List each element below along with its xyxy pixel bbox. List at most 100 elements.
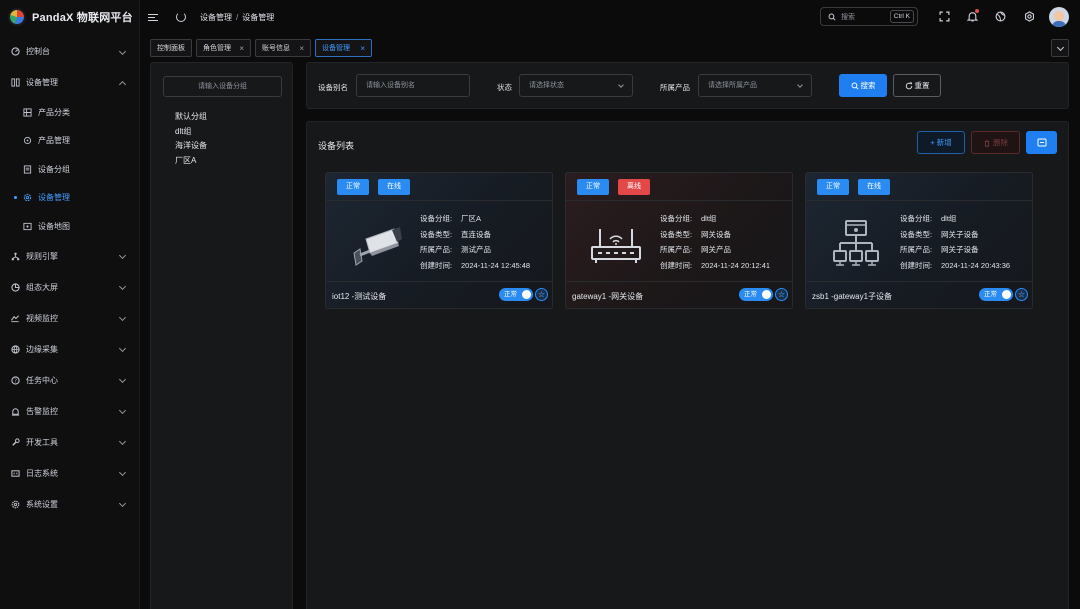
chevron-down-icon <box>118 282 127 291</box>
tags-dropdown-chevron-icon[interactable] <box>1051 39 1069 57</box>
breadcrumb-item[interactable]: 设备管理 <box>200 13 232 22</box>
logo[interactable]: PandaX 物联网平台 <box>0 0 139 34</box>
alarm-icon <box>10 406 20 416</box>
close-icon[interactable]: × <box>239 44 244 53</box>
menu-toggle-icon[interactable] <box>148 13 158 21</box>
sidebar-item-device-map[interactable]: 设备地图 <box>0 212 139 241</box>
group-tree-item[interactable]: 厂区A <box>175 155 207 170</box>
tag-role-management[interactable]: 角色管理 × <box>196 39 251 57</box>
group-tree-item[interactable]: dlt组 <box>175 126 207 141</box>
sidebar-item-video[interactable]: 视频监控 <box>0 303 139 334</box>
star-icon[interactable]: ☆ <box>775 288 788 301</box>
chevron-down-icon <box>118 47 127 55</box>
status-switch[interactable]: 正常 <box>739 288 773 301</box>
status-select[interactable]: 请选择状态 <box>519 74 633 97</box>
device-name: iot12 -测试设备 <box>332 292 387 301</box>
close-icon[interactable]: × <box>360 44 365 53</box>
sidebar-item-label: 日志系统 <box>26 468 58 478</box>
state-chip: 正常 <box>577 179 609 195</box>
device-name: zsb1 -gateway1子设备 <box>812 292 893 301</box>
notification-badge <box>975 9 979 13</box>
info-value-type: 网关子设备 <box>941 229 979 239</box>
chevron-down-icon <box>118 468 127 477</box>
info-key-product: 所属产品: <box>660 245 693 254</box>
breadcrumb-item-current: 设备管理 <box>242 12 275 22</box>
sidebar-item-label: 设备分组 <box>38 164 70 174</box>
product-select[interactable]: 请选择所属产品 <box>698 74 812 97</box>
device-card[interactable]: 正常 离线 设备分组: dlt组 设备类型: 网关设备 所属产品: 网关产品 创建时间… <box>565 172 793 309</box>
tag-dashboard[interactable]: 控制面板 <box>150 39 192 57</box>
sidebar-item-product-management[interactable]: 产品管理 <box>0 127 139 156</box>
device-card[interactable]: 正常 在线 设备分组: 厂区A 设备类型: 直连设备 所属产品: 测试产品 创建时间:… <box>325 172 553 309</box>
status-placeholder: 请选择状态 <box>529 82 564 89</box>
sidebar-item-edge[interactable]: 边缘采集 <box>0 334 139 365</box>
alias-input[interactable]: 请输入设备别名 <box>356 74 470 97</box>
sidebar-item-task-center[interactable]: ? 任务中心 <box>0 365 139 396</box>
screen-icon <box>10 282 20 292</box>
sidebar-item-device-management[interactable]: 设备管理 <box>0 67 139 98</box>
svg-text:?: ? <box>14 378 17 384</box>
chevron-down-icon <box>118 375 127 384</box>
gear-icon[interactable] <box>1024 11 1035 22</box>
device-info: 设备分组: dlt组 设备类型: 网关子设备 所属产品: 网关子设备 创建时间: 202… <box>900 213 1010 275</box>
network-topology-icon <box>824 213 888 277</box>
sidebar-item-log[interactable]: 日志系统 <box>0 458 139 489</box>
chevron-up-icon <box>118 80 127 88</box>
theme-palette-icon[interactable] <box>995 11 1006 22</box>
sidebar-item-label: 组态大屏 <box>26 282 58 292</box>
product-label: 所属产品 <box>660 83 690 92</box>
refresh-icon[interactable] <box>176 12 186 22</box>
sidebar-item-dashboard[interactable]: 控制台 <box>0 36 139 67</box>
status-switch[interactable]: 正常 <box>979 288 1013 301</box>
rule-engine-icon <box>10 251 20 261</box>
edge-icon <box>10 344 20 354</box>
device-info: 设备分组: dlt组 设备类型: 网关设备 所属产品: 网关产品 创建时间: 2024-… <box>660 213 770 275</box>
chevron-down-icon <box>618 82 624 88</box>
info-key-group: 设备分组: <box>420 214 453 223</box>
delete-device-button[interactable]: 删除 <box>971 131 1020 154</box>
search-button[interactable]: 搜索 <box>839 74 887 97</box>
offline-chip: 离线 <box>618 179 650 195</box>
group-tree-item[interactable]: 默认分组 <box>175 111 207 126</box>
device-manage-icon <box>10 78 20 88</box>
sidebar-item-rule-engine[interactable]: 规则引擎 <box>0 241 139 272</box>
avatar[interactable] <box>1049 7 1069 27</box>
tag-device-management[interactable]: 设备管理 × <box>315 39 372 57</box>
sidebar-item-device-group[interactable]: 设备分组 <box>0 155 139 184</box>
group-tree-item[interactable]: 海洋设备 <box>175 140 207 155</box>
sidebar-item-device-manage-active[interactable]: 设备管理 <box>0 184 139 213</box>
sidebar-item-product-category[interactable]: 产品分类 <box>0 98 139 127</box>
tags-view: 控制面板 角色管理 × 账号信息 × 设备管理 × <box>140 34 1080 62</box>
status-switch[interactable]: 正常 <box>499 288 533 301</box>
info-value-product: 网关子设备 <box>941 245 979 254</box>
app: PandaX 物联网平台 控制台 设备管理 产品分类 产品管理 设备分组 设备管… <box>0 0 1080 609</box>
tag-account-info[interactable]: 账号信息 × <box>255 39 311 57</box>
global-search[interactable]: 搜索 Ctrl K <box>820 7 918 26</box>
info-value-product: 测试产品 <box>461 245 491 254</box>
info-value-created: 2024-11-24 12:45:48 <box>461 260 531 270</box>
sidebar-item-system-settings[interactable]: 系统设置 <box>0 489 139 520</box>
sidebar-item-dev-tools[interactable]: 开发工具 <box>0 427 139 458</box>
search-icon <box>828 13 836 21</box>
view-toggle-button[interactable] <box>1026 131 1057 154</box>
sidebar-item-big-screen[interactable]: 组态大屏 <box>0 272 139 303</box>
fullscreen-icon[interactable] <box>939 11 950 22</box>
active-dot <box>14 196 17 200</box>
star-icon[interactable]: ☆ <box>1015 288 1028 301</box>
product-placeholder: 请选择所属产品 <box>708 82 757 89</box>
sidebar-item-alarm[interactable]: 告警监控 <box>0 396 139 427</box>
add-device-button[interactable]: + 新增 <box>917 131 965 154</box>
group-search-input[interactable]: 请输入设备分组 <box>163 76 282 97</box>
device-card[interactable]: 正常 在线 设备分组: dlt组 设备类型: 网关子设备 所属产品: 网关子设备… <box>805 172 1033 309</box>
star-icon[interactable]: ☆ <box>535 288 548 301</box>
device-list-panel: 设备列表 + 新增 删除 正常 在线 设备分组: 厂区A 设备类型: 直连设备 … <box>306 121 1069 609</box>
close-icon[interactable]: × <box>299 44 304 53</box>
reset-button[interactable]: 重置 <box>893 74 941 97</box>
tag-label: 控制面板 <box>157 45 185 52</box>
trash-icon <box>984 139 990 147</box>
top-bar: 设备管理 / 设备管理 搜索 Ctrl K <box>140 0 1080 34</box>
group-tree: 默认分组 dlt组 海洋设备 厂区A <box>175 111 207 169</box>
card-view-icon <box>1037 138 1046 147</box>
card-footer: iot12 -测试设备 正常 ☆ <box>326 281 552 308</box>
refresh-icon <box>905 81 912 89</box>
